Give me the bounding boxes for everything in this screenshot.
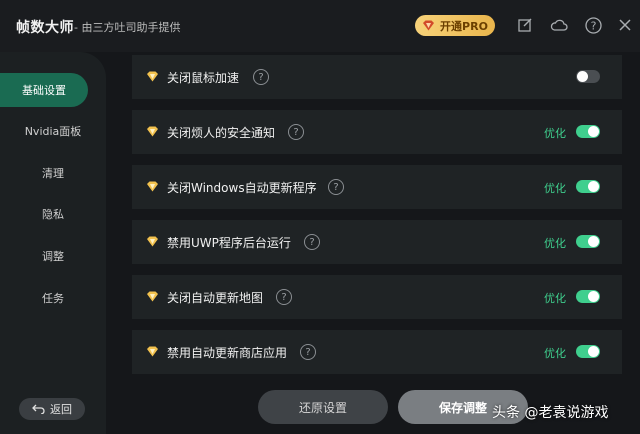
- back-arrow-icon: [32, 404, 45, 414]
- setting-row-store-update: 禁用自动更新商店应用 ? 优化: [132, 330, 622, 374]
- toggle-switch[interactable]: [576, 180, 600, 193]
- sidebar-item-nvidia-panel[interactable]: Nvidia面板: [0, 114, 106, 148]
- toggle-switch[interactable]: [576, 125, 600, 138]
- setting-row-mouse-accel: 关闭鼠标加速 ?: [132, 55, 622, 99]
- toggle-switch[interactable]: [576, 345, 600, 358]
- sidebar-item-label: Nvidia面板: [24, 125, 82, 138]
- diamond-icon: [147, 181, 158, 192]
- sidebar-item-label: 隐私: [42, 208, 64, 221]
- cloud-icon[interactable]: [550, 16, 568, 34]
- toggle-switch[interactable]: [576, 235, 600, 248]
- sidebar-item-label: 调整: [42, 250, 64, 263]
- toggle-switch[interactable]: [576, 290, 600, 303]
- help-icon[interactable]: ?: [300, 344, 316, 360]
- status-badge: 优化: [544, 237, 566, 250]
- watermark: 头条 @老袁说游戏: [492, 405, 609, 421]
- app-subtitle: - 由三方吐司助手提供: [74, 21, 181, 34]
- help-icon[interactable]: ?: [328, 179, 344, 195]
- title-bar: 帧数大师 - 由三方吐司助手提供 开通PRO ?: [0, 0, 640, 52]
- setting-row-map-update: 关闭自动更新地图 ? 优化: [132, 275, 622, 319]
- status-badge: 优化: [544, 182, 566, 195]
- app-title: 帧数大师: [16, 20, 74, 36]
- diamond-icon: [147, 236, 158, 247]
- sidebar-item-privacy[interactable]: 隐私: [0, 197, 106, 231]
- diamond-icon: [147, 71, 158, 82]
- setting-label: 关闭Windows自动更新程序: [167, 181, 317, 195]
- diamond-icon: [423, 20, 435, 31]
- help-icon[interactable]: ?: [304, 234, 320, 250]
- sidebar-item-label: 任务: [42, 292, 64, 305]
- setting-row-security-notice: 关闭烦人的安全通知 ? 优化: [132, 110, 622, 154]
- restore-settings-button[interactable]: 还原设置: [258, 390, 388, 424]
- status-badge: 优化: [544, 347, 566, 360]
- svg-text:?: ?: [590, 19, 596, 32]
- setting-row-uwp-background: 禁用UWP程序后台运行 ? 优化: [132, 220, 622, 264]
- setting-label: 禁用UWP程序后台运行: [167, 236, 291, 250]
- setting-row-windows-update: 关闭Windows自动更新程序 ? 优化: [132, 165, 622, 209]
- setting-label: 关闭鼠标加速: [167, 71, 240, 85]
- pro-label: 开通PRO: [440, 19, 488, 33]
- setting-label: 禁用自动更新商店应用: [167, 346, 288, 360]
- sidebar-item-label: 基础设置: [22, 84, 66, 97]
- diamond-icon: [147, 346, 158, 357]
- diamond-icon: [147, 291, 158, 302]
- status-badge: 优化: [544, 127, 566, 140]
- help-icon[interactable]: ?: [584, 16, 602, 34]
- diamond-icon: [147, 126, 158, 137]
- setting-label: 关闭自动更新地图: [167, 291, 264, 305]
- help-icon[interactable]: ?: [276, 289, 292, 305]
- toggle-switch[interactable]: [576, 70, 600, 83]
- sidebar-item-adjust[interactable]: 调整: [0, 239, 106, 273]
- help-icon[interactable]: ?: [253, 69, 269, 85]
- sidebar-item-tasks[interactable]: 任务: [0, 281, 106, 315]
- sidebar-item-label: 清理: [42, 167, 64, 180]
- setting-label: 关闭烦人的安全通知: [167, 126, 276, 140]
- back-label: 返回: [50, 403, 72, 416]
- close-icon[interactable]: [616, 16, 634, 34]
- sidebar-item-basic-settings[interactable]: 基础设置: [0, 73, 88, 107]
- edit-icon[interactable]: [516, 16, 534, 34]
- back-button[interactable]: 返回: [19, 398, 85, 420]
- help-icon[interactable]: ?: [288, 124, 304, 140]
- upgrade-pro-button[interactable]: 开通PRO: [415, 15, 495, 36]
- sidebar-item-clean[interactable]: 清理: [0, 156, 106, 190]
- status-badge: 优化: [544, 292, 566, 305]
- sidebar: 基础设置 Nvidia面板 清理 隐私 调整 任务: [0, 52, 106, 434]
